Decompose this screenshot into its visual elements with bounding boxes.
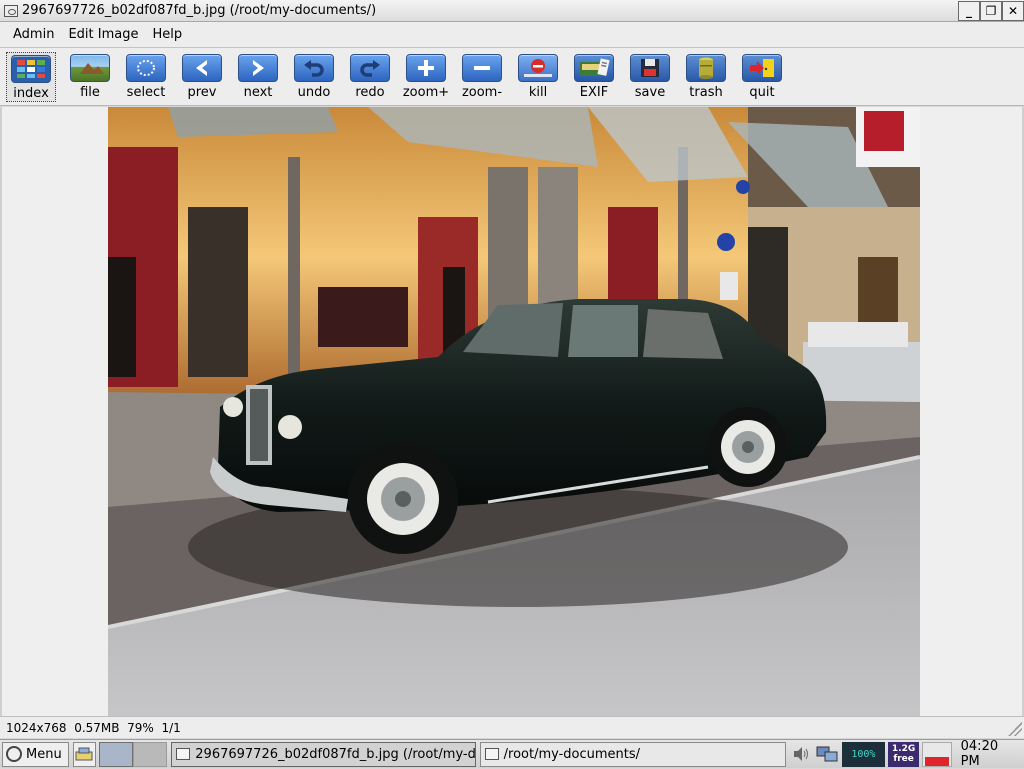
desktop-2[interactable] <box>133 741 168 767</box>
arrow-right-icon <box>238 54 278 82</box>
memory-label: free <box>893 754 914 764</box>
redo-label: redo <box>355 85 385 100</box>
save-label: save <box>634 85 666 100</box>
trash-can-icon <box>686 54 726 82</box>
memory-indicator[interactable]: 1.2G free <box>887 741 920 767</box>
desktop-pager <box>99 741 168 767</box>
start-menu-button[interactable]: Menu <box>2 741 69 767</box>
redo-button[interactable]: redo <box>342 52 398 102</box>
drive-launcher-icon <box>75 747 93 761</box>
status-image-position: 1/1 <box>161 720 181 735</box>
zoom-out-button[interactable]: zoom- <box>454 52 510 102</box>
status-bar: 1024x768 0.57MB 79% 1/1 <box>0 716 1024 738</box>
window-titlebar[interactable]: 2967697726_b02df087fd_b.jpg (/root/my-do… <box>0 0 1024 22</box>
exif-label: EXIF <box>579 85 609 100</box>
task-file-manager-label: /root/my-documents/ <box>503 746 641 762</box>
cpu-load-graph[interactable] <box>922 741 952 767</box>
desktop-1[interactable] <box>99 741 134 767</box>
window-controls: _ ❐ ✕ <box>958 1 1024 21</box>
prev-button[interactable]: prev <box>174 52 230 102</box>
select-button[interactable]: select <box>118 52 174 102</box>
toolbar: index file select prev next undo redo zo… <box>0 48 1024 106</box>
quit-button[interactable]: quit <box>734 52 790 102</box>
zoom-in-button[interactable]: zoom+ <box>398 52 454 102</box>
task-image-viewer[interactable]: 2967697726_b02df087fd_b.jpg (/root/my-do <box>171 741 476 767</box>
minimize-button[interactable]: _ <box>958 1 980 21</box>
file-button[interactable]: file <box>62 52 118 102</box>
zoom-out-label: zoom- <box>461 85 503 100</box>
undo-icon <box>294 54 334 82</box>
index-label: index <box>13 86 49 101</box>
cpu-load-bar <box>925 757 949 766</box>
battery-level: 100% <box>851 748 876 760</box>
clock[interactable]: 04:20 PM <box>955 739 1024 769</box>
menu-bar: Admin Edit Image Help <box>0 22 1024 48</box>
task-file-manager[interactable]: /root/my-documents/ <box>479 741 786 767</box>
quick-launch-button[interactable] <box>72 741 97 767</box>
status-spacer-2 <box>120 721 128 735</box>
redo-icon <box>350 54 390 82</box>
battery-indicator[interactable]: 100% <box>841 741 885 767</box>
status-spacer-3 <box>154 721 162 735</box>
menu-edit-image[interactable]: Edit Image <box>61 27 145 42</box>
next-label: next <box>243 85 273 100</box>
exif-button[interactable]: EXIF <box>566 52 622 102</box>
index-button[interactable]: index <box>6 52 56 102</box>
arrow-left-icon <box>182 54 222 82</box>
start-menu-icon <box>6 746 22 762</box>
window-title: 2967697726_b02df087fd_b.jpg (/root/my-do… <box>22 3 377 18</box>
minus-icon <box>462 54 502 82</box>
no-entry-icon <box>518 54 558 82</box>
task-image-viewer-label: 2967697726_b02df087fd_b.jpg (/root/my-do <box>195 746 476 762</box>
image-viewer-task-icon <box>176 748 191 760</box>
kill-label: kill <box>528 85 548 100</box>
image-viewport[interactable] <box>0 107 1024 716</box>
undo-label: undo <box>297 85 331 100</box>
zoom-in-label: zoom+ <box>402 85 450 100</box>
maximize-button[interactable]: ❐ <box>980 1 1002 21</box>
quit-label: quit <box>749 85 775 100</box>
resize-grip-icon[interactable] <box>1008 722 1022 736</box>
status-dimensions: 1024x768 <box>6 720 67 735</box>
start-menu-label: Menu <box>26 746 62 762</box>
memory-value: 1.2G <box>891 744 916 754</box>
next-button[interactable]: next <box>230 52 286 102</box>
network-icon[interactable] <box>815 742 838 767</box>
select-label: select <box>126 85 166 100</box>
trash-button[interactable]: trash <box>678 52 734 102</box>
grid-index-icon <box>11 55 51 83</box>
floppy-disk-icon <box>630 54 670 82</box>
system-tray: 100% 1.2G free 04:20 PM <box>786 739 1024 769</box>
photo-vintage-car[interactable] <box>108 107 920 716</box>
menu-help[interactable]: Help <box>145 27 189 42</box>
undo-button[interactable]: undo <box>286 52 342 102</box>
menu-admin[interactable]: Admin <box>6 27 61 42</box>
taskbar: Menu 2967697726_b02df087fd_b.jpg (/root/… <box>0 739 1024 769</box>
select-dotted-circle-icon <box>126 54 166 82</box>
image-file-icon <box>70 54 110 82</box>
close-button[interactable]: ✕ <box>1002 1 1024 21</box>
status-spacer-1 <box>67 721 75 735</box>
save-button[interactable]: save <box>622 52 678 102</box>
status-file-size: 0.57MB <box>74 720 120 735</box>
trash-label: trash <box>689 85 723 100</box>
image-viewer-app-icon <box>4 4 18 17</box>
file-label: file <box>80 85 100 100</box>
plus-icon <box>406 54 446 82</box>
exif-icon <box>574 54 614 82</box>
kill-button[interactable]: kill <box>510 52 566 102</box>
status-zoom: 79% <box>127 720 154 735</box>
exit-door-icon <box>742 54 782 82</box>
folder-task-icon <box>484 748 499 760</box>
prev-label: prev <box>187 85 217 100</box>
volume-icon[interactable] <box>789 742 812 767</box>
